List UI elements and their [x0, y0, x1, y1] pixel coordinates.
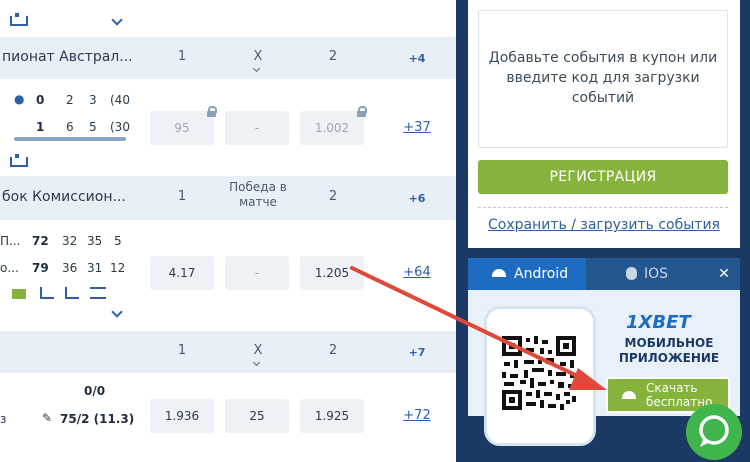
col-2-label: 2	[328, 343, 338, 358]
col-2-label: 2	[328, 49, 338, 64]
col-2-label: 2	[328, 189, 338, 204]
odd-1[interactable]: 4.17	[150, 256, 214, 290]
line-chart-icon[interactable]	[65, 287, 79, 299]
odd-2[interactable]: 1.205	[300, 256, 364, 290]
tab-ios-label: IOS	[644, 266, 669, 282]
score-bottom: 79	[32, 261, 49, 275]
more-markets-link[interactable]: +72	[402, 408, 432, 423]
tab-android-label: Android	[514, 266, 569, 282]
col-x-label: X	[253, 343, 263, 358]
android-icon	[492, 269, 506, 277]
save-load-events-link[interactable]: Сохранить / загрузить события	[468, 217, 740, 233]
score-top: 0	[36, 93, 45, 107]
bar-chart-icon[interactable]	[40, 287, 54, 299]
league-header[interactable]: бок Комиссион... 1 Победа в матче 2 +6	[0, 176, 456, 220]
col-1-label: 1	[177, 49, 187, 64]
score-top: 72	[32, 234, 49, 248]
league-header[interactable]: пионат Австрал... 1 X 2 +4	[0, 37, 456, 79]
odd-x[interactable]: -	[225, 111, 289, 145]
set-score: 32	[62, 234, 78, 248]
set-score: 35	[87, 234, 103, 248]
set-score: 31	[87, 261, 103, 275]
col-win-label: Победа в матче	[229, 180, 287, 209]
close-icon[interactable]: ✕	[708, 258, 740, 290]
set-score: 5	[89, 120, 97, 134]
odd-1[interactable]: 95	[150, 111, 214, 145]
col-1-label: 1	[177, 189, 187, 204]
score-overs: 0/0	[84, 384, 106, 398]
expand-chevron-icon[interactable]	[111, 14, 123, 26]
odd-2[interactable]: 1.002	[300, 111, 364, 145]
field-icon[interactable]	[12, 289, 26, 299]
bet-slip-message: Добавьте события в купон или введите код…	[488, 50, 718, 106]
chat-icon	[699, 415, 729, 447]
progress-bar	[14, 137, 126, 141]
apple-icon	[626, 267, 637, 280]
set-score: 6	[66, 120, 74, 134]
register-button[interactable]: РЕГИСТРАЦИЯ	[478, 160, 728, 194]
more-markets-link[interactable]: +37	[402, 120, 432, 135]
league-name[interactable]: бок Комиссион...	[2, 189, 126, 205]
more-markets-count[interactable]: +7	[404, 346, 430, 359]
expand-chevron-icon[interactable]	[111, 306, 123, 318]
set-score: 12	[110, 261, 126, 275]
more-markets-count[interactable]: +6	[404, 192, 430, 205]
set-score: 3	[89, 93, 97, 107]
lock-icon	[357, 106, 367, 117]
divider	[478, 207, 728, 208]
events-list: пионат Австрал... 1 X 2 +4 ● 0 2 3 (40 1…	[0, 0, 456, 462]
lock-icon	[207, 106, 217, 117]
odd-2[interactable]: 1.925	[300, 399, 364, 433]
list-icon[interactable]	[90, 287, 106, 299]
col-x-label: X	[253, 49, 263, 64]
col-1-label: 1	[177, 343, 187, 358]
brand-logo: 1XBET	[626, 312, 691, 333]
league-header[interactable]: 1 X 2 +7	[0, 331, 456, 373]
match-row: П... 72 32 35 5 о... 79 36 31 12 4.17 - …	[0, 220, 456, 334]
page: пионат Австрал... 1 X 2 +4 ● 0 2 3 (40 1…	[0, 0, 750, 462]
league-name[interactable]: пионат Австрал...	[2, 49, 133, 65]
more-markets-link[interactable]: +64	[402, 265, 432, 280]
qr-code-icon[interactable]	[500, 334, 578, 412]
odd-x[interactable]: 25	[225, 399, 289, 433]
set-score: 5	[114, 234, 122, 248]
app-tabs: Android IOS ✕	[468, 258, 740, 290]
match-row: 0/0 з ✎ 75/2 (11.3) 1.936 25 1.925 +72	[0, 373, 456, 462]
chat-button[interactable]	[686, 404, 742, 460]
bat-icon: ✎	[42, 411, 53, 425]
sort-chevron-icon[interactable]	[252, 64, 261, 73]
set-score: (30	[110, 120, 130, 134]
tab-android[interactable]: Android	[468, 258, 586, 290]
match-row-partial	[0, 0, 456, 37]
team-1-name[interactable]: П...	[0, 234, 20, 248]
tab-ios[interactable]: IOS	[586, 258, 704, 290]
match-row: ● 0 2 3 (40 1 6 5 (30 95 - 1.002 +37	[0, 79, 456, 176]
more-markets-count[interactable]: +4	[404, 52, 430, 65]
odd-1[interactable]: 1.936	[150, 399, 214, 433]
set-score: 36	[62, 261, 78, 275]
team-name[interactable]: з	[0, 412, 6, 426]
team-2-name[interactable]: о...	[0, 261, 19, 275]
score-stat: 75/2 (11.3)	[60, 412, 135, 426]
set-score: (40	[110, 93, 130, 107]
ball-icon: ●	[14, 92, 25, 106]
set-score: 2	[66, 93, 74, 107]
app-title: МОБИЛЬНОЕ ПРИЛОЖЕНИЕ	[618, 336, 720, 365]
odd-win[interactable]: -	[225, 256, 289, 290]
sort-chevron-icon[interactable]	[252, 358, 261, 367]
android-icon	[622, 391, 636, 399]
score-bottom: 1	[36, 120, 45, 134]
